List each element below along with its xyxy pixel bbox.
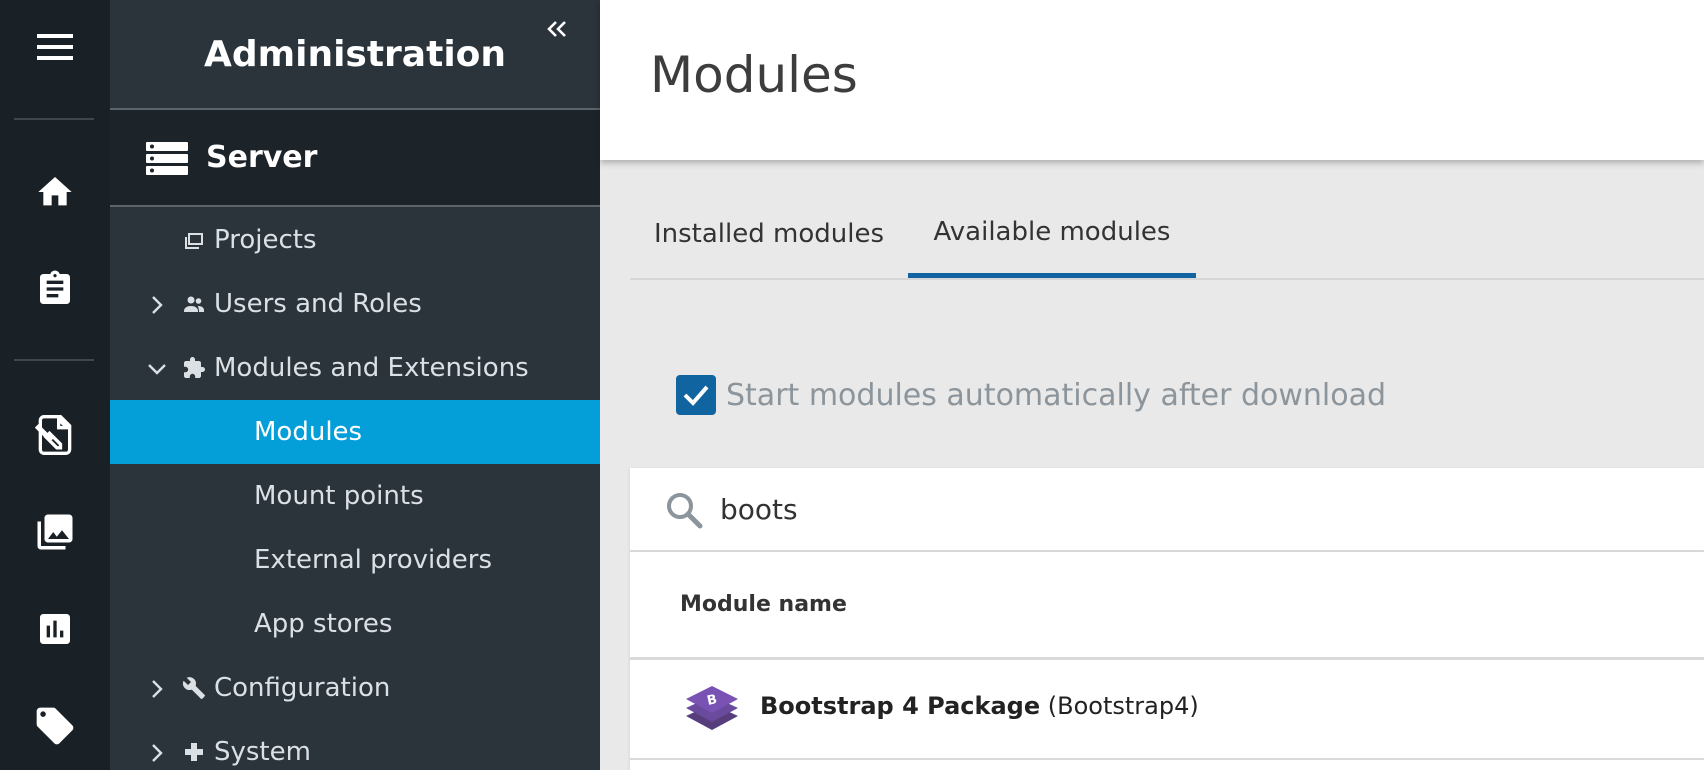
sidebar-item-projects[interactable]: Projects xyxy=(110,208,600,272)
page-header: Modules xyxy=(600,0,1704,160)
auto-start-checkbox[interactable] xyxy=(676,375,716,415)
search-input[interactable] xyxy=(718,484,1622,534)
table-row[interactable]: B Bootstrap 4 Package (Bootstrap4) xyxy=(630,660,1704,760)
home-icon[interactable] xyxy=(0,157,110,227)
sidebar-item-label: System xyxy=(214,737,311,767)
sidebar-item-label: Users and Roles xyxy=(214,289,422,319)
sidebar-item-label: Configuration xyxy=(214,673,391,703)
sidebar-item-configuration[interactable]: Configuration xyxy=(110,656,600,720)
server-section-label: Server xyxy=(206,140,318,175)
sidebar-item-modules-and-extensions[interactable]: Modules and Extensions xyxy=(110,336,600,400)
tab-available-modules[interactable]: Available modules xyxy=(908,190,1196,278)
auto-start-label: Start modules automatically after downlo… xyxy=(726,377,1387,413)
rail-divider xyxy=(14,118,94,120)
collapse-sidebar-icon[interactable] xyxy=(542,14,572,44)
sidebar-item-users-and-roles[interactable]: Users and Roles xyxy=(110,272,600,336)
page-title: Modules xyxy=(650,46,858,104)
sidebar-item-label: Modules xyxy=(254,417,363,447)
module-id: (Bootstrap4) xyxy=(1047,692,1199,720)
sidebar-item-label: External providers xyxy=(254,545,493,575)
checkmark-icon xyxy=(683,385,709,406)
auto-start-option[interactable]: Start modules automatically after downlo… xyxy=(676,375,1386,415)
chevron-right-icon[interactable] xyxy=(146,677,168,699)
table-header: Module name xyxy=(630,552,1704,660)
tag-icon[interactable] xyxy=(0,691,110,761)
module-title: Bootstrap 4 Package xyxy=(760,692,1041,720)
puzzle-icon xyxy=(182,356,206,380)
server-section[interactable]: Server xyxy=(110,110,600,207)
module-search-bar xyxy=(630,468,1704,552)
rail-divider xyxy=(14,359,94,361)
bar-chart-icon[interactable] xyxy=(0,594,110,664)
chevron-right-icon[interactable] xyxy=(146,293,168,315)
modules-table: Module name B Bootstrap 4 Package (Boots… xyxy=(630,552,1704,770)
sidebar-item-label: Mount points xyxy=(254,481,424,511)
module-name: Bootstrap 4 Package (Bootstrap4) xyxy=(760,692,1199,720)
sidebar-item-app-stores[interactable]: App stores xyxy=(110,592,600,656)
photo-library-icon[interactable] xyxy=(0,497,110,567)
projects-icon xyxy=(182,228,206,252)
icon-rail xyxy=(0,0,110,770)
wrench-icon xyxy=(182,676,206,700)
chevron-down-icon[interactable] xyxy=(146,357,168,379)
bootstrap-logo-icon: B xyxy=(682,682,742,742)
sidebar-item-modules[interactable]: Modules xyxy=(110,400,600,464)
module-tabs: Installed modules Available modules xyxy=(630,190,1704,280)
sidebar-item-external-providers[interactable]: External providers xyxy=(110,528,600,592)
users-icon xyxy=(182,292,206,316)
sidebar-title: Administration xyxy=(110,0,600,110)
sidebar-item-label: Modules and Extensions xyxy=(214,353,529,383)
column-header-module-name[interactable]: Module name xyxy=(680,592,847,617)
sidebar-item-system[interactable]: System xyxy=(110,720,600,770)
admin-sidebar: Administration Server Projects Users and… xyxy=(110,0,600,770)
tab-installed-modules[interactable]: Installed modules xyxy=(630,190,908,278)
server-icon xyxy=(146,142,188,180)
sidebar-item-label: App stores xyxy=(254,609,393,639)
edit-document-icon[interactable] xyxy=(0,400,110,470)
chevron-right-icon[interactable] xyxy=(146,741,168,763)
clipboard-icon[interactable] xyxy=(0,254,110,324)
sidebar-item-mount-points[interactable]: Mount points xyxy=(110,464,600,528)
search-icon xyxy=(664,490,704,534)
sidebar-item-label: Projects xyxy=(214,225,317,255)
system-icon xyxy=(182,740,206,764)
menu-icon[interactable] xyxy=(0,12,110,82)
